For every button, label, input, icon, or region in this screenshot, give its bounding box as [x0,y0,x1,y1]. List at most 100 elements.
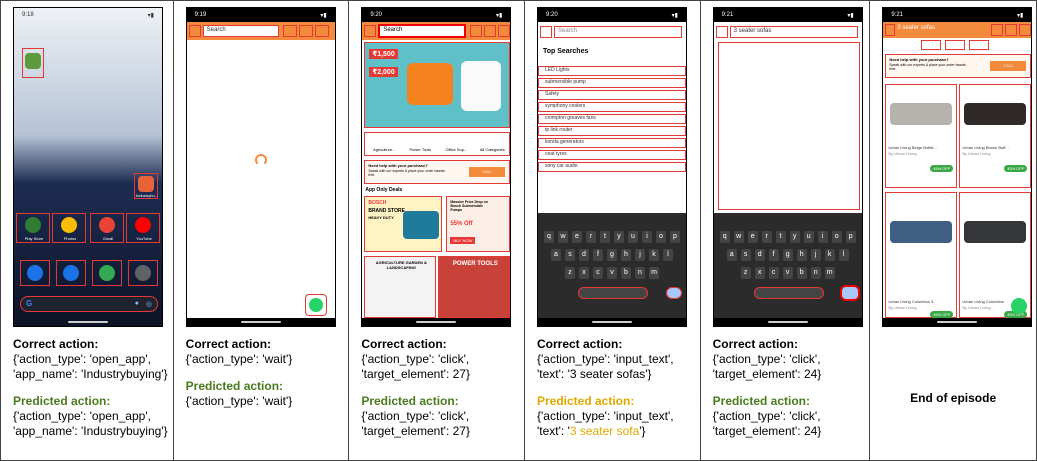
cart-icon[interactable] [1005,24,1018,36]
key[interactable]: m [648,267,659,279]
whatsapp-icon[interactable] [308,298,323,312]
suggestion-item[interactable]: ceat tyres [537,150,686,160]
youtube-icon[interactable] [135,217,151,233]
product-card[interactable]: Urban Living Columbus 3... By Urban Livi… [885,192,958,318]
mic-icon[interactable]: ● [135,300,139,307]
category-agriculture[interactable]: Agriculture... [367,135,401,152]
key[interactable]: s [740,249,751,261]
key[interactable]: a [550,249,561,261]
key[interactable]: y [613,231,624,243]
key[interactable]: x [578,267,589,279]
key[interactable]: m [824,267,835,279]
key[interactable]: g [606,249,617,261]
search-key[interactable] [665,287,682,299]
help-banner[interactable]: Need help with your purchase? Speak with… [364,160,511,184]
key[interactable]: j [810,249,821,261]
key[interactable]: n [810,267,821,279]
call-button[interactable]: CALL [469,167,506,177]
category-office[interactable]: Office Sup... [439,135,473,152]
key[interactable]: t [775,231,786,243]
search-icon[interactable] [991,24,1004,36]
key[interactable]: q [543,231,554,243]
camera-icon[interactable] [135,265,151,281]
key[interactable]: w [733,231,744,243]
search-input[interactable]: 3 seater sofas [729,26,858,38]
filter-icon[interactable] [921,40,942,50]
messages-app[interactable] [56,260,86,286]
key[interactable]: q [719,231,730,243]
hero-banner[interactable]: ₹1,500 ₹2,000 [364,42,511,128]
user-icon[interactable] [298,25,313,37]
key[interactable]: e [747,231,758,243]
key[interactable]: p [669,231,680,243]
phone-icon[interactable] [27,265,43,281]
search-key[interactable] [839,285,860,301]
help-banner[interactable]: Need help with your purchase? Speak with… [885,54,1032,78]
key[interactable]: w [557,231,568,243]
user-icon[interactable] [1019,24,1032,36]
key[interactable]: d [754,249,765,261]
youtube-app[interactable]: YouTube [126,213,160,243]
suggestion-item[interactable]: crompton greaves fans [537,114,686,124]
key[interactable]: p [845,231,856,243]
notification-icon[interactable] [498,25,511,37]
view-icon[interactable] [969,40,990,50]
bosch-deal[interactable]: BOSCH BRAND STORE HEAVY DUTY [364,196,443,252]
pump-deal[interactable]: Massive Price Drop on Bosch Submersible … [446,196,511,252]
industrybuying-icon[interactable] [138,176,154,192]
cart-icon[interactable] [470,25,483,37]
key[interactable]: d [578,249,589,261]
sort-icon[interactable] [945,40,966,50]
search-input[interactable]: Search [202,25,279,37]
key[interactable]: b [796,267,807,279]
key[interactable]: c [592,267,603,279]
category-power-tools[interactable]: Power Tools [403,135,437,152]
messages-icon[interactable] [63,265,79,281]
key[interactable]: r [761,231,772,243]
element-box[interactable] [22,48,44,78]
key[interactable]: o [831,231,842,243]
search-input[interactable]: Search [378,24,467,38]
suggestion-item[interactable]: LED Lights [537,66,686,76]
power-tools-tile[interactable]: POWER TOOLS [438,256,511,318]
key[interactable]: t [599,231,610,243]
suggestion-item[interactable]: konda generators [537,138,686,148]
agri-tile[interactable]: AGRICULTURE GARDEN & LANDSCAPING [364,256,437,318]
search-query[interactable]: 3 seater sofas [897,25,935,31]
photos-app[interactable]: Photos [52,213,86,243]
suggestion-item[interactable]: Safety [537,90,686,100]
gmail-app[interactable]: Gmail [90,213,124,243]
phone-app[interactable] [20,260,50,286]
cart-icon[interactable] [282,25,297,37]
industrybuying-app[interactable]: Industrybu... [134,173,158,199]
category-all[interactable]: All Categories [475,135,509,152]
key[interactable]: v [606,267,617,279]
key[interactable]: g [782,249,793,261]
key[interactable]: l [838,249,849,261]
call-button[interactable]: CALL [990,61,1027,71]
lens-icon[interactable]: ◎ [146,300,152,308]
suggestion-item[interactable]: sony car audio [537,162,686,172]
key[interactable]: i [641,231,652,243]
key[interactable]: h [620,249,631,261]
key[interactable]: u [627,231,638,243]
key[interactable]: u [803,231,814,243]
key[interactable]: c [768,267,779,279]
photos-icon[interactable] [61,217,77,233]
back-icon[interactable] [715,26,728,38]
search-input[interactable]: Search [553,26,682,38]
buy-now-button[interactable]: BUY NOW [450,237,476,244]
space-key[interactable] [577,287,648,299]
key[interactable]: s [564,249,575,261]
camera-app[interactable] [128,260,158,286]
menu-icon[interactable] [188,25,201,37]
key[interactable]: r [585,231,596,243]
app-icon[interactable] [25,53,41,69]
space-key[interactable] [753,287,824,299]
key[interactable]: k [648,249,659,261]
key[interactable]: e [571,231,582,243]
chrome-icon[interactable] [99,265,115,281]
key[interactable]: j [634,249,645,261]
key[interactable]: y [789,231,800,243]
gmail-icon[interactable] [99,217,115,233]
